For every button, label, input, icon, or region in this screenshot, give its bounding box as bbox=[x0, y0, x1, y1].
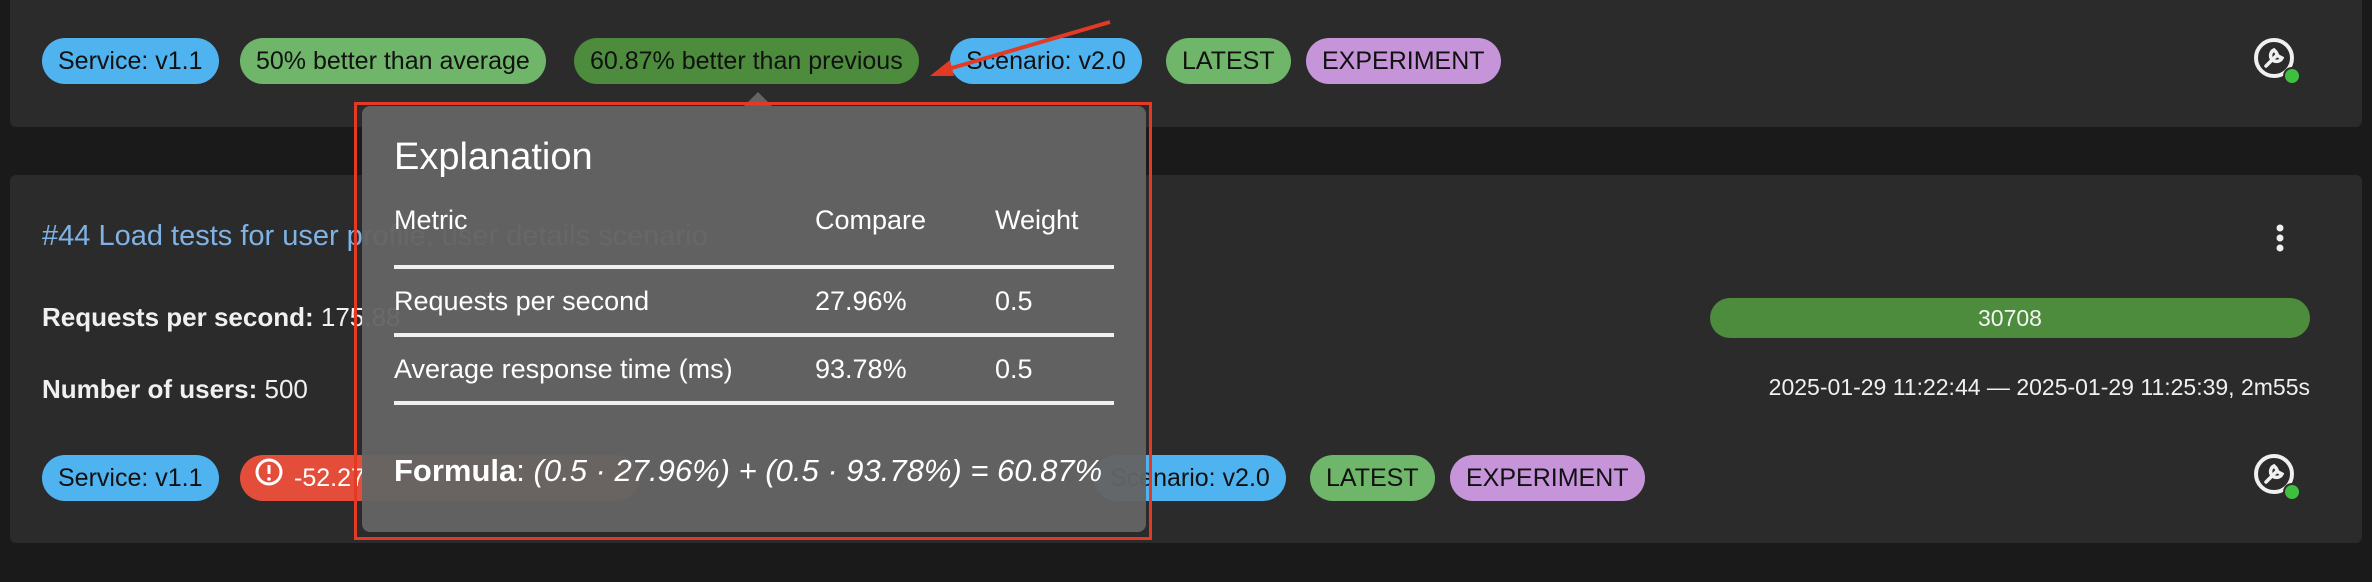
tooltip-arrow bbox=[744, 92, 772, 106]
row-metric: Requests per second bbox=[394, 285, 650, 316]
service-version-chip[interactable]: Service: v1.1 bbox=[42, 455, 219, 501]
time-range: 2025-01-29 11:22:44 — 2025-01-29 11:25:3… bbox=[1768, 374, 2310, 400]
wrench-settings-icon[interactable] bbox=[2252, 36, 2302, 86]
users-value: 500 bbox=[264, 374, 308, 404]
table-header-row: Metric Compare Weight bbox=[394, 205, 1114, 269]
table-row: Requests per second 27.96% 0.5 bbox=[394, 269, 1114, 337]
row-weight: 0.5 bbox=[995, 353, 1033, 384]
formula-expression: (0.5 · 27.96%) + (0.5 · 93.78%) = 60.87% bbox=[533, 453, 1103, 488]
latest-chip[interactable]: LATEST bbox=[1166, 38, 1291, 84]
better-than-previous-chip[interactable]: 60.87% better than previous bbox=[574, 38, 919, 84]
formula-line: Formula: (0.5 · 27.96%) + (0.5 · 93.78%)… bbox=[394, 453, 1103, 488]
row-compare: 93.78% bbox=[815, 353, 907, 384]
rps-label: Requests per second: bbox=[42, 302, 314, 332]
explanation-table: Metric Compare Weight Requests per secon… bbox=[394, 205, 1114, 405]
users-label: Number of users: bbox=[42, 374, 258, 404]
header-metric: Metric bbox=[394, 205, 468, 235]
header-compare: Compare bbox=[815, 205, 927, 235]
tooltip-title: Explanation bbox=[394, 136, 593, 178]
row-weight: 0.5 bbox=[995, 285, 1033, 316]
experiment-chip[interactable]: EXPERIMENT bbox=[1450, 455, 1645, 501]
explanation-tooltip: Explanation Metric Compare Weight Reques… bbox=[362, 106, 1146, 532]
wrench-settings-icon[interactable] bbox=[2252, 452, 2302, 502]
service-version-chip[interactable]: Service: v1.1 bbox=[42, 38, 219, 84]
regression-chip-label: -52.27 bbox=[294, 464, 365, 492]
annotation-arrow-icon bbox=[930, 20, 1111, 76]
alert-circle-icon bbox=[254, 456, 284, 502]
better-than-average-chip[interactable]: 50% better than average bbox=[240, 38, 546, 84]
experiment-chip[interactable]: EXPERIMENT bbox=[1306, 38, 1501, 84]
rps-stat: Requests per second: 175.88 bbox=[42, 302, 400, 333]
row-compare: 27.96% bbox=[815, 285, 907, 316]
table-row: Average response time (ms) 93.78% 0.5 bbox=[394, 337, 1114, 405]
row-metric: Average response time (ms) bbox=[394, 353, 733, 384]
more-vertical-icon[interactable] bbox=[2268, 222, 2292, 254]
formula-label: Formula bbox=[394, 453, 517, 488]
latest-chip[interactable]: LATEST bbox=[1310, 455, 1435, 501]
header-weight: Weight bbox=[995, 205, 1079, 235]
requests-count-bar: 30708 bbox=[1710, 298, 2310, 338]
users-stat: Number of users: 500 bbox=[42, 374, 308, 405]
